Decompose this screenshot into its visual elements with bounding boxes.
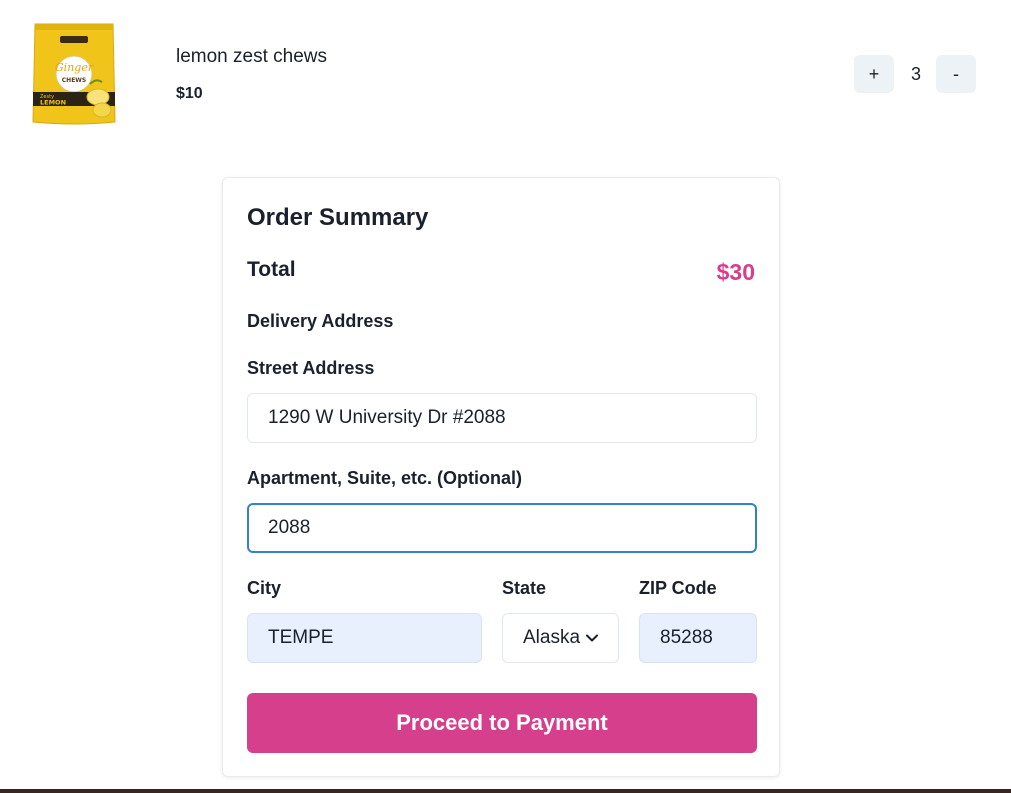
bottom-border (0, 789, 1011, 793)
apartment-input[interactable] (247, 503, 757, 553)
delivery-address-heading: Delivery Address (247, 311, 394, 331)
city-input[interactable] (247, 613, 482, 663)
svg-text:LEMON: LEMON (40, 99, 66, 107)
svg-text:Ginger: Ginger (55, 61, 94, 74)
apartment-label: Apartment, Suite, etc. (Optional) (247, 468, 523, 488)
cart-item: Ginger CHEWS Zesty LEMON lemon zest chew… (0, 0, 1011, 150)
product-image: Ginger CHEWS Zesty LEMON (32, 22, 116, 126)
quantity-value: 3 (910, 63, 921, 84)
quantity-increase-button[interactable]: + (854, 55, 894, 93)
street-address-input[interactable] (247, 393, 757, 443)
product-price: $10 (176, 85, 203, 102)
chevron-down-icon (586, 632, 598, 644)
total-value: $30 (716, 259, 755, 285)
svg-text:CHEWS: CHEWS (62, 77, 86, 84)
state-select[interactable]: Alaska (502, 613, 619, 663)
state-label: State (502, 578, 547, 598)
street-address-label: Street Address (247, 358, 375, 378)
state-select-value: Alaska (523, 627, 581, 648)
order-summary-card: Order Summary Total $30 Delivery Address… (222, 177, 780, 777)
quantity-decrease-button[interactable]: - (936, 55, 976, 93)
proceed-to-payment-button[interactable]: Proceed to Payment (247, 693, 757, 753)
total-label: Total (247, 258, 296, 281)
order-summary-title: Order Summary (247, 204, 429, 231)
product-name: lemon zest chews (176, 46, 328, 67)
zip-code-label: ZIP Code (639, 578, 717, 598)
zip-code-input[interactable] (639, 613, 757, 663)
city-label: City (247, 578, 282, 598)
